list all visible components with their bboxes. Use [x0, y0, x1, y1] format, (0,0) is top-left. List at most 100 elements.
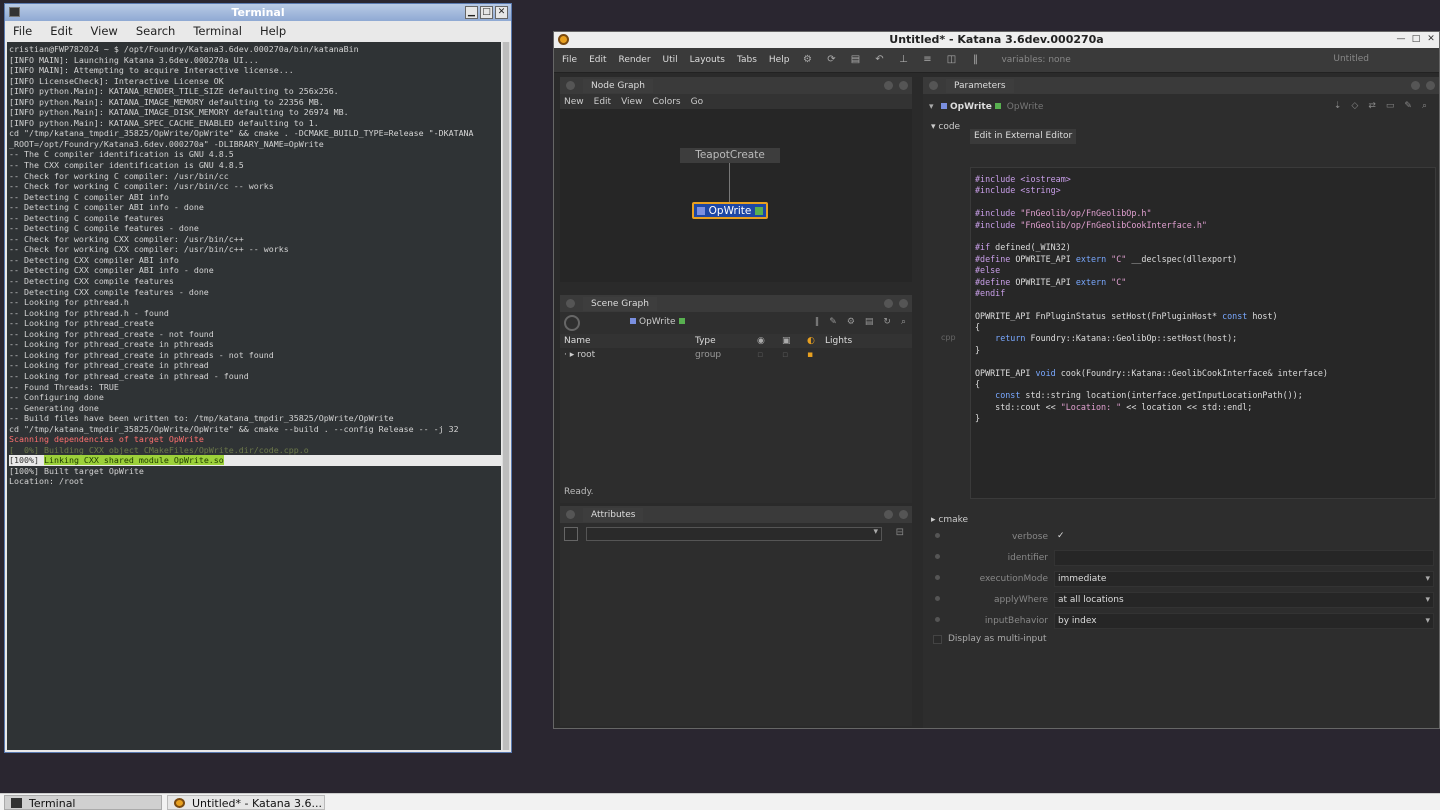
minimize-button[interactable]: ▁	[465, 6, 478, 19]
panel-float-icon[interactable]	[884, 81, 893, 90]
link-icon[interactable]: ⇄	[1368, 101, 1376, 111]
row-light-icon[interactable]: ▪	[807, 350, 825, 360]
param-state-icon[interactable]	[935, 554, 940, 559]
node-graph-canvas[interactable]: TeapotCreate OpWrite	[560, 109, 912, 282]
lights-icon[interactable]: ◐	[807, 336, 825, 346]
visibility-icon[interactable]: ◉	[757, 336, 782, 346]
panel-close-icon[interactable]	[899, 81, 908, 90]
refresh-icon[interactable]: ⟳	[825, 54, 837, 66]
code-text[interactable]: #include <iostream> #include <string> #inc…	[975, 174, 1328, 425]
param-inputBehavior-dropdown[interactable]: by index	[1054, 613, 1434, 629]
param-applyWhere-dropdown[interactable]: at all locations	[1054, 592, 1434, 608]
ng-menu-new[interactable]: New	[564, 97, 584, 107]
param-state-icon[interactable]	[935, 533, 940, 538]
search-icon[interactable]: ⌕	[901, 317, 906, 327]
node-edit-flag-icon[interactable]	[755, 207, 763, 215]
brush-icon[interactable]: ✎	[829, 317, 837, 327]
edit-external-editor-button[interactable]: Edit in External Editor	[970, 129, 1077, 144]
ng-menu-colors[interactable]: Colors	[652, 97, 680, 107]
layout-dropdown[interactable]: Untitled	[1333, 54, 1369, 64]
tab-node-graph[interactable]: Node Graph	[583, 78, 653, 93]
maximize-button[interactable]: □	[480, 6, 493, 19]
terminal-titlebar[interactable]: Terminal ▁ □ ✕	[5, 4, 511, 21]
pause-icon[interactable]: ‖	[969, 54, 981, 66]
attribute-checkbox[interactable]	[564, 527, 578, 541]
menu-util[interactable]: Util	[663, 55, 678, 65]
variables-dropdown[interactable]: variables: none	[1001, 55, 1070, 65]
node-view-flag-icon[interactable]	[697, 207, 705, 215]
row-visibility-icon[interactable]: ▫	[757, 350, 782, 360]
code-editor[interactable]: #include <iostream> #include <string> #inc…	[970, 167, 1436, 499]
tab-parameters[interactable]: Parameters	[946, 78, 1014, 93]
ng-menu-edit[interactable]: Edit	[594, 97, 611, 107]
node-name-input[interactable]: OpWrite	[1007, 102, 1044, 112]
minimize-button[interactable]: —	[1395, 33, 1407, 45]
terminal-scrollbar[interactable]	[502, 42, 510, 750]
menu-edit[interactable]: Edit	[50, 24, 72, 38]
multi-input-toggle[interactable]: Display as multi-input	[933, 632, 1047, 646]
layers-icon[interactable]: ≡	[921, 54, 933, 66]
ng-menu-view[interactable]: View	[621, 97, 642, 107]
panel-close-icon[interactable]	[899, 299, 908, 308]
panel-close-icon[interactable]	[899, 510, 908, 519]
collapse-icon[interactable]: ▾	[929, 102, 934, 112]
tab-scene-graph[interactable]: Scene Graph	[583, 296, 657, 311]
pin-icon[interactable]: ⊟	[896, 527, 904, 538]
panel-float-icon[interactable]	[884, 299, 893, 308]
undo-icon[interactable]: ↶	[873, 54, 885, 66]
attribute-dropdown[interactable]	[586, 527, 882, 541]
settings-icon[interactable]: ⚙	[801, 54, 813, 66]
menu-terminal[interactable]: Terminal	[193, 24, 242, 38]
render-icon[interactable]: ▤	[865, 317, 874, 327]
menu-help[interactable]: Help	[260, 24, 286, 38]
panel-close-icon[interactable]	[1426, 81, 1435, 90]
diamond-icon[interactable]: ◇	[1351, 101, 1358, 111]
terminal-output[interactable]: cristian@FWP782024 ~ $ /opt/Foundry/Kata…	[7, 42, 501, 750]
menu-file[interactable]: File	[562, 55, 577, 65]
col-lights[interactable]: Lights	[825, 336, 852, 346]
menu-tabs[interactable]: Tabs	[737, 55, 757, 65]
taskbar-terminal[interactable]: Terminal	[4, 795, 162, 810]
maximize-button[interactable]: □	[1410, 33, 1422, 45]
pin-icon[interactable]: ⊥	[897, 54, 909, 66]
menu-edit[interactable]: Edit	[589, 55, 606, 65]
comment-icon[interactable]: ▭	[1386, 101, 1395, 111]
node-opwrite[interactable]: OpWrite	[692, 202, 768, 219]
gear-icon[interactable]: ⚙	[847, 317, 855, 327]
section-cmake[interactable]: ▸ cmake	[923, 513, 1439, 527]
menu-layouts[interactable]: Layouts	[690, 55, 725, 65]
menu-file[interactable]: File	[13, 24, 32, 38]
arrow-icon[interactable]: ⇣	[1334, 101, 1342, 111]
render-icon[interactable]: ▤	[849, 54, 861, 66]
tab-attributes[interactable]: Attributes	[583, 507, 644, 522]
refresh-icon[interactable]: ↻	[883, 317, 891, 327]
taskbar-katana[interactable]: Untitled* - Katana 3.6...	[167, 795, 325, 810]
close-button[interactable]: ✕	[495, 6, 508, 19]
panel-float-icon[interactable]	[884, 510, 893, 519]
table-row[interactable]: · ▸ root group ▫ ▫ ▪	[560, 348, 912, 362]
menu-render[interactable]: Render	[619, 55, 651, 65]
pause-icon[interactable]: ‖	[815, 317, 820, 327]
param-state-icon[interactable]	[935, 596, 940, 601]
render-column-icon[interactable]: ▣	[782, 336, 807, 346]
close-button[interactable]: ✕	[1425, 33, 1437, 45]
row-render-icon[interactable]: ▫	[782, 350, 807, 360]
param-state-icon[interactable]	[935, 575, 940, 580]
katana-titlebar[interactable]: Untitled* - Katana 3.6dev.000270a — □ ✕	[554, 32, 1439, 48]
param-state-icon[interactable]	[935, 617, 940, 622]
menu-search[interactable]: Search	[136, 24, 176, 38]
node-teapotcreate[interactable]: TeapotCreate	[680, 148, 780, 163]
panel-float-icon[interactable]	[1411, 81, 1420, 90]
param-executionMode-dropdown[interactable]: immediate	[1054, 571, 1434, 587]
param-identifier-input[interactable]	[1054, 550, 1434, 566]
menu-help[interactable]: Help	[769, 55, 790, 65]
menu-view[interactable]: View	[91, 24, 118, 38]
scrollbar-thumb[interactable]	[503, 42, 509, 750]
search-icon[interactable]: ⌕	[1422, 101, 1427, 111]
param-verbose-checkbox[interactable]: ✓	[1054, 529, 1434, 545]
edit-icon[interactable]: ✎	[1404, 101, 1412, 111]
ng-menu-go[interactable]: Go	[691, 97, 703, 107]
col-type[interactable]: Type	[695, 336, 757, 346]
col-name[interactable]: Name	[560, 336, 695, 346]
3d-icon[interactable]: ◫	[945, 54, 957, 66]
